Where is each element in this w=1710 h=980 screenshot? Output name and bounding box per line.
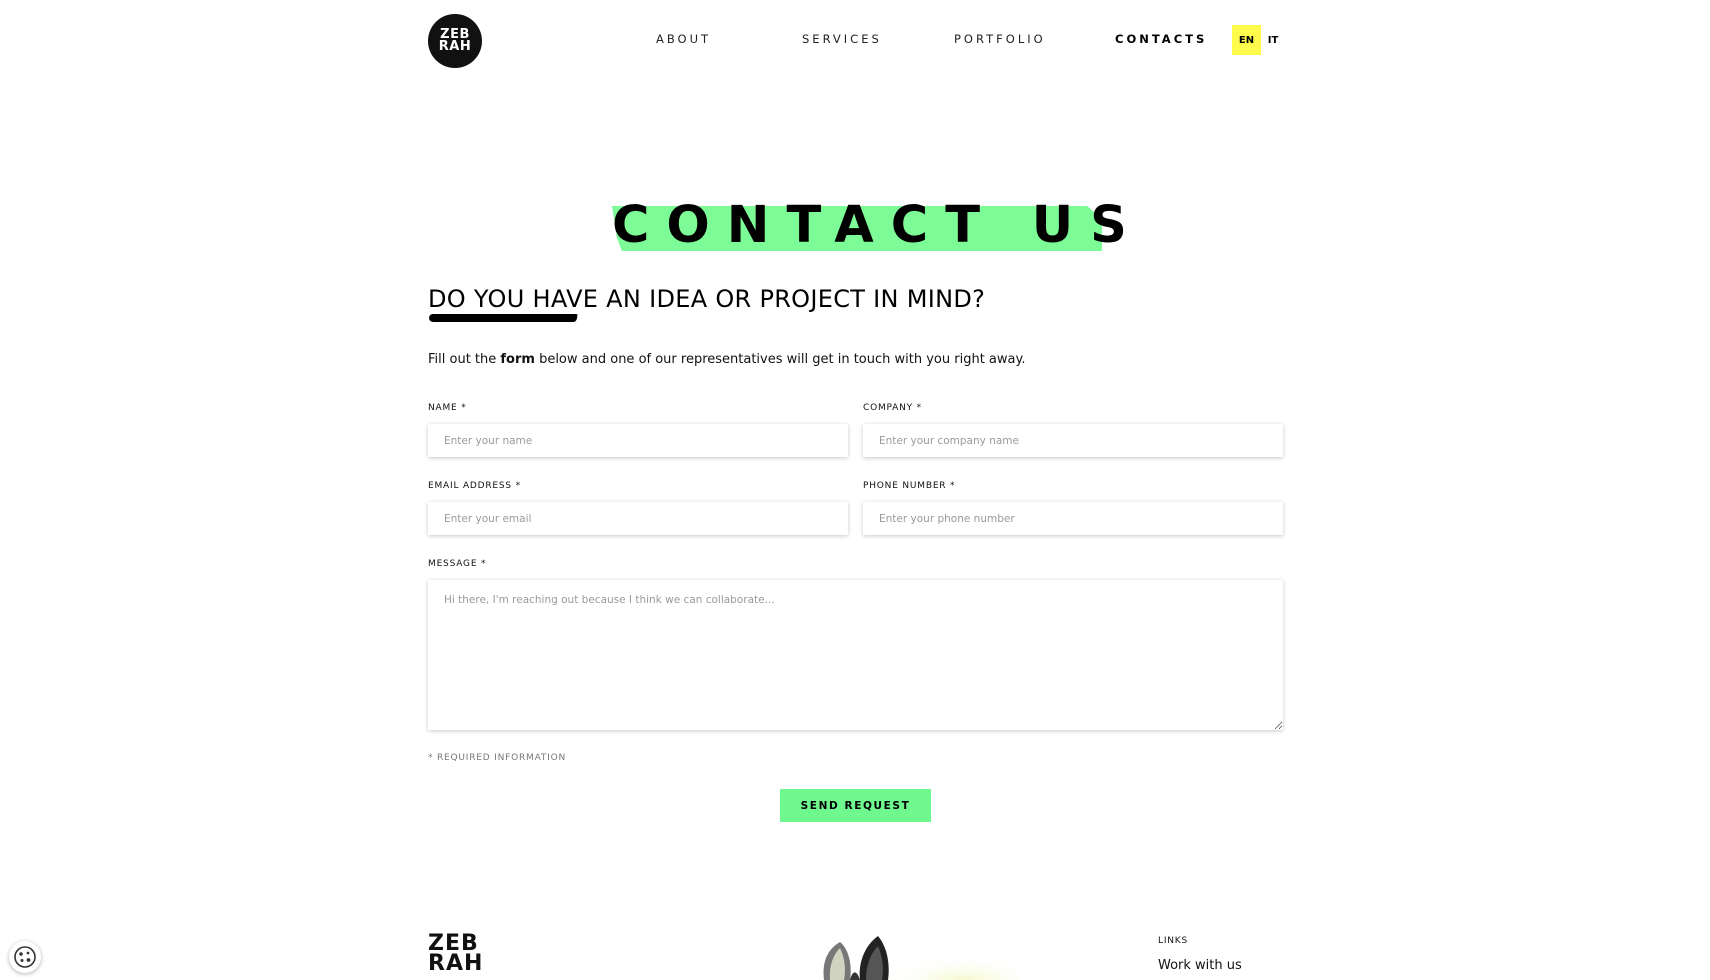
intro-after: below and one of our representatives wil… [534, 352, 1026, 367]
phone-label: PHONE NUMBER * [863, 481, 956, 491]
cookie-settings-button[interactable] [9, 941, 41, 973]
company-input[interactable] [863, 424, 1283, 457]
language-en[interactable]: EN [1232, 25, 1261, 55]
intro-before: Fill out the [428, 352, 501, 367]
intro-bold: form [500, 352, 535, 367]
email-input[interactable] [428, 502, 848, 535]
name-label: NAME * [428, 403, 467, 413]
send-request-button[interactable]: SEND REQUEST [780, 789, 931, 822]
subheading-underline [428, 314, 578, 322]
email-label: EMAIL ADDRESS * [428, 481, 521, 491]
nav-services[interactable]: SERVICES [802, 32, 882, 46]
cookie-icon [14, 946, 36, 968]
footer-logo[interactable]: ZEB RAH [428, 933, 484, 976]
footer-link-work-with-us[interactable]: Work with us [1158, 958, 1242, 973]
zebra-ears-image [820, 934, 1020, 980]
nav-contacts[interactable]: CONTACTS [1115, 32, 1207, 46]
footer-logo-line-2: RAH [428, 951, 484, 976]
logo-line-2: RAH [438, 39, 472, 54]
company-label: COMPANY * [863, 403, 922, 413]
page-title: CONTACT US [612, 196, 1144, 255]
intro-text: Fill out the form below and one of our r… [428, 352, 1025, 367]
page-title-block: CONTACT US [612, 196, 1144, 256]
message-label: MESSAGE * [428, 559, 487, 569]
language-it[interactable]: IT [1262, 25, 1284, 55]
footer-links-title: LINKS [1158, 936, 1189, 946]
subheading: DO YOU HAVE AN IDEA OR PROJECT IN MIND? [428, 285, 986, 313]
message-textarea[interactable] [428, 580, 1283, 730]
required-note: * REQUIRED INFORMATION [428, 753, 567, 763]
logo[interactable]: ZEB RAH [428, 14, 482, 68]
nav-about[interactable]: ABOUT [656, 32, 711, 46]
phone-input[interactable] [863, 502, 1283, 535]
nav-portfolio[interactable]: PORTFOLIO [954, 32, 1046, 46]
name-input[interactable] [428, 424, 848, 457]
